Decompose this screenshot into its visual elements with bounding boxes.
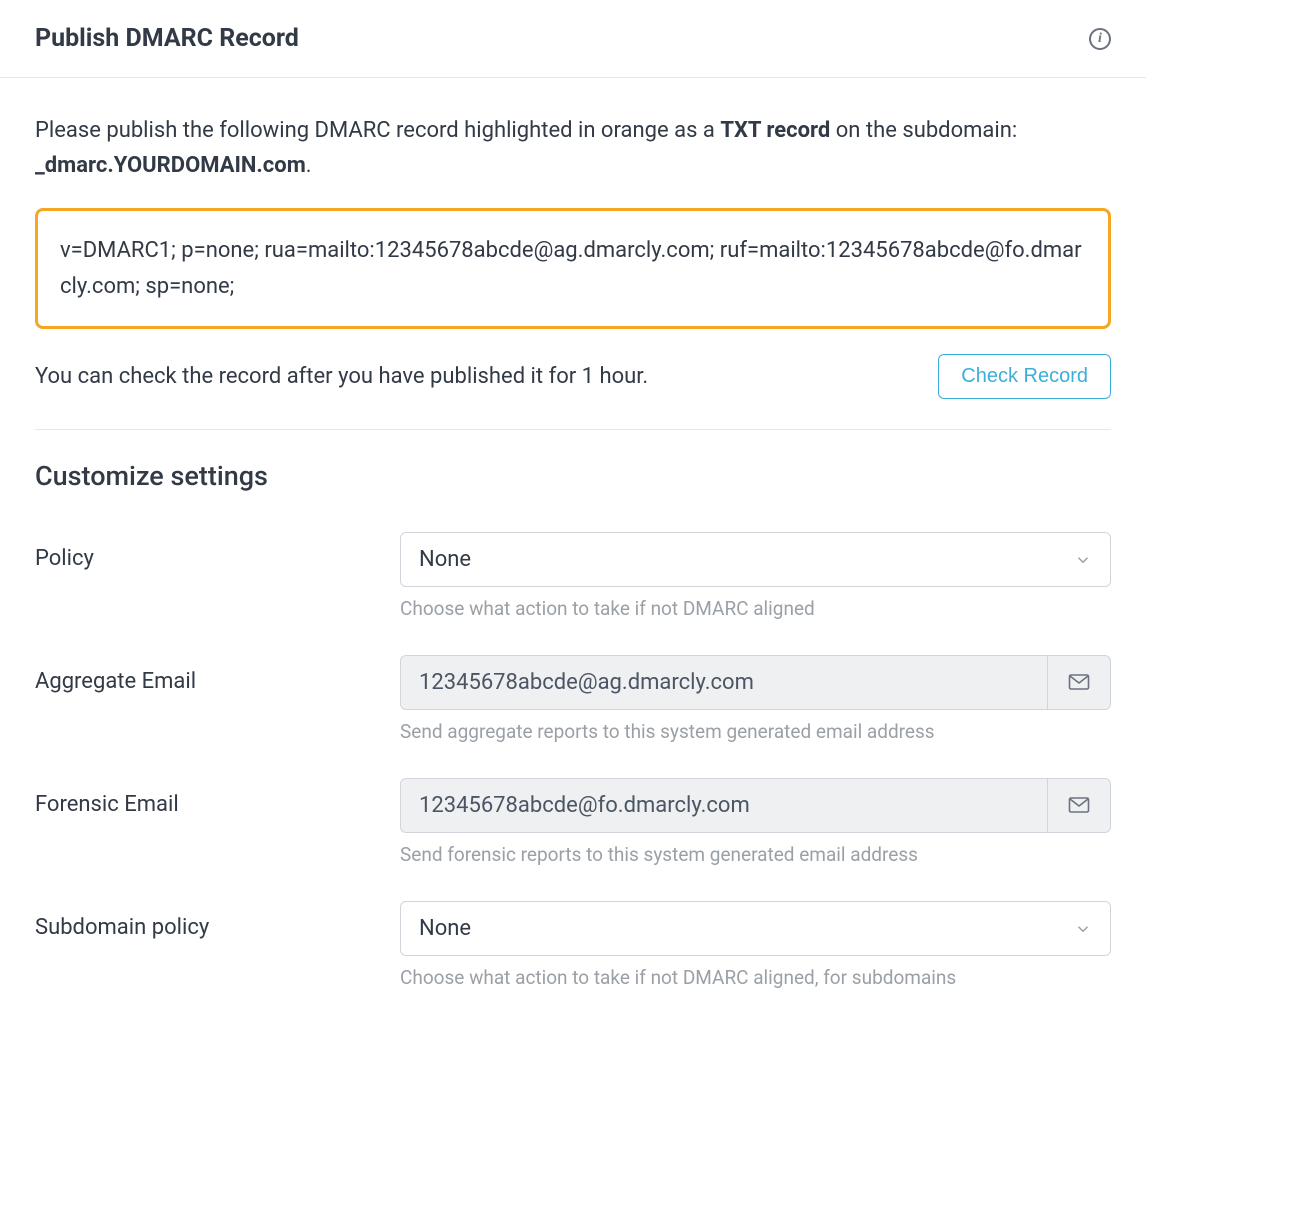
instruction-suffix: . <box>306 153 312 178</box>
policy-help: Choose what action to take if not DMARC … <box>400 597 1111 620</box>
instruction-prefix: Please publish the following DMARC recor… <box>35 118 720 143</box>
check-record-button[interactable]: Check Record <box>938 354 1111 399</box>
forensic-email-help: Send forensic reports to this system gen… <box>400 843 1111 866</box>
forensic-email-row: Forensic Email 12345678abcde@fo.dmarcly.… <box>35 778 1111 866</box>
dmarc-record-box: v=DMARC1; p=none; rua=mailto:12345678abc… <box>35 208 1111 328</box>
forensic-email-addon <box>1047 778 1111 833</box>
subdomain-policy-select-box: None <box>400 901 1111 956</box>
policy-control: None Choose what action to take if not D… <box>400 532 1111 620</box>
aggregate-email-input[interactable]: 12345678abcde@ag.dmarcly.com <box>400 655 1047 710</box>
aggregate-email-row: Aggregate Email 12345678abcde@ag.dmarcly… <box>35 655 1111 743</box>
envelope-icon <box>1067 670 1091 694</box>
instruction-middle: on the subdomain: <box>830 118 1017 143</box>
customize-settings-title: Customize settings <box>35 460 1111 492</box>
instruction-subdomain: _dmarc.YOURDOMAIN.com <box>35 153 306 178</box>
forensic-email-group: 12345678abcde@fo.dmarcly.com <box>400 778 1111 833</box>
policy-select-box: None <box>400 532 1111 587</box>
subdomain-policy-help: Choose what action to take if not DMARC … <box>400 966 1111 989</box>
check-record-row: You can check the record after you have … <box>35 354 1111 399</box>
forensic-email-label: Forensic Email <box>35 778 400 817</box>
forensic-email-input[interactable]: 12345678abcde@fo.dmarcly.com <box>400 778 1047 833</box>
page-title: Publish DMARC Record <box>35 24 299 53</box>
envelope-icon <box>1067 793 1091 817</box>
policy-select[interactable]: None <box>400 532 1111 587</box>
aggregate-email-control: 12345678abcde@ag.dmarcly.com Send aggreg… <box>400 655 1111 743</box>
aggregate-email-addon <box>1047 655 1111 710</box>
chevron-down-icon <box>1074 550 1092 568</box>
check-record-text: You can check the record after you have … <box>35 364 648 389</box>
policy-label: Policy <box>35 532 400 571</box>
subdomain-policy-select[interactable]: None <box>400 901 1111 956</box>
info-icon[interactable]: i <box>1089 28 1111 50</box>
chevron-down-icon <box>1074 919 1092 937</box>
instruction-txt-record: TXT record <box>720 118 830 143</box>
instruction-text: Please publish the following DMARC recor… <box>35 113 1111 183</box>
page-content: Please publish the following DMARC recor… <box>0 78 1146 1024</box>
policy-value: None <box>419 547 471 572</box>
subdomain-policy-control: None Choose what action to take if not D… <box>400 901 1111 989</box>
page-header: Publish DMARC Record i <box>0 0 1146 78</box>
subdomain-policy-value: None <box>419 916 471 941</box>
policy-row: Policy None Choose what action to take i… <box>35 532 1111 620</box>
aggregate-email-group: 12345678abcde@ag.dmarcly.com <box>400 655 1111 710</box>
divider <box>35 429 1111 430</box>
aggregate-email-label: Aggregate Email <box>35 655 400 694</box>
aggregate-email-help: Send aggregate reports to this system ge… <box>400 720 1111 743</box>
subdomain-policy-row: Subdomain policy None Choose what action… <box>35 901 1111 989</box>
subdomain-policy-label: Subdomain policy <box>35 901 400 940</box>
forensic-email-control: 12345678abcde@fo.dmarcly.com Send forens… <box>400 778 1111 866</box>
